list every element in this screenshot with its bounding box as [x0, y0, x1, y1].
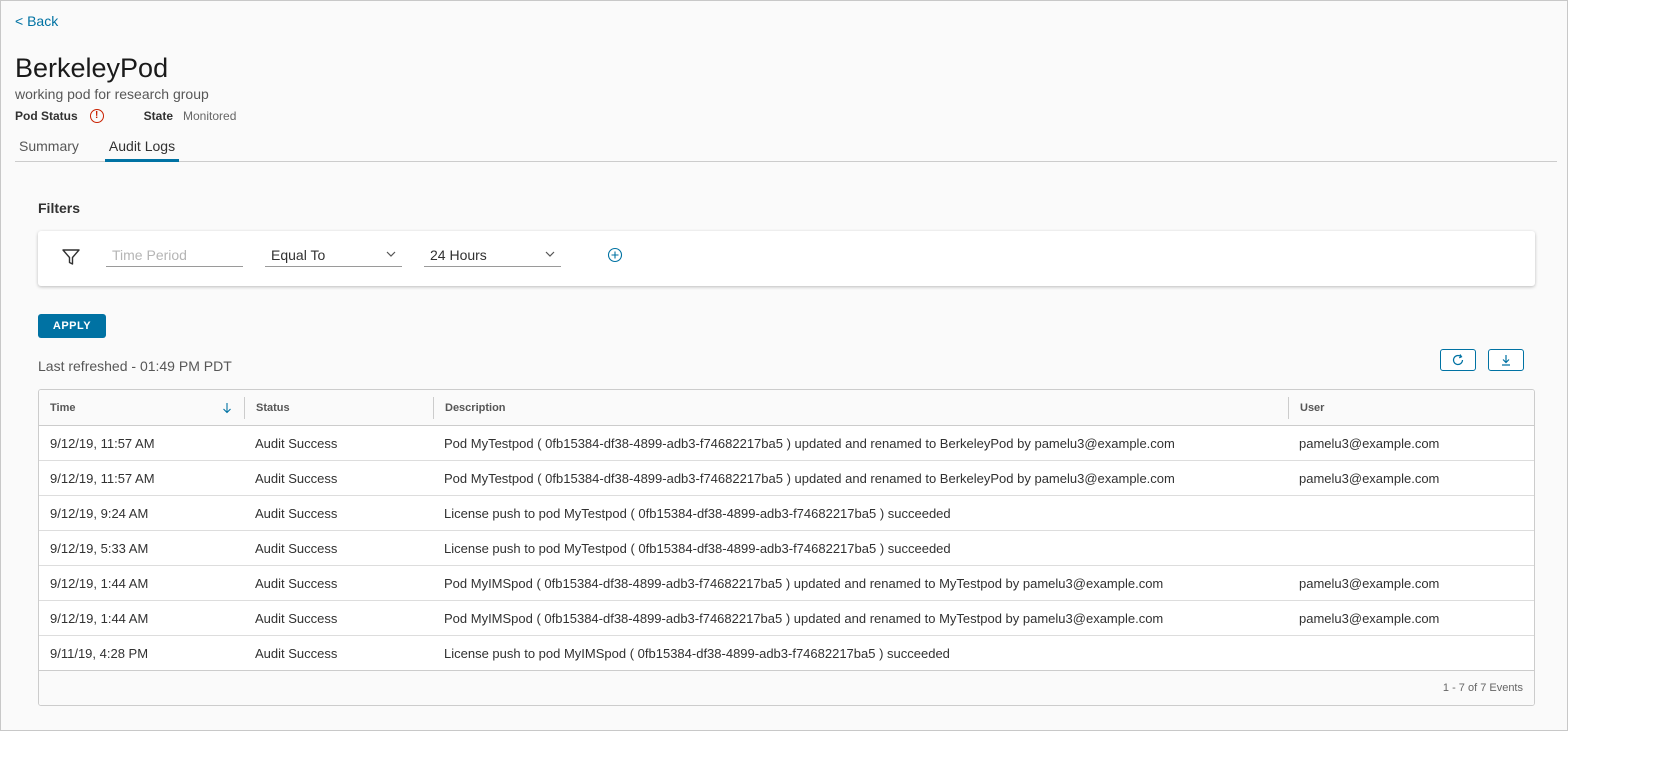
- period-select[interactable]: 24 Hours: [424, 245, 561, 267]
- plus-circle-icon[interactable]: [607, 247, 623, 263]
- pod-status-label: Pod Status: [15, 109, 78, 123]
- column-header-time-label: Time: [50, 401, 76, 414]
- download-button[interactable]: [1488, 349, 1524, 371]
- error-circle-icon: !: [89, 109, 104, 123]
- column-header-status[interactable]: Status: [244, 396, 433, 419]
- period-select-value: 24 Hours: [430, 247, 487, 263]
- apply-button[interactable]: APPLY: [38, 314, 106, 338]
- cell-status: Audit Success: [255, 575, 338, 591]
- table-row[interactable]: 9/12/19, 9:24 AM Audit Success License p…: [39, 496, 1534, 531]
- cell-description: Pod MyTestpod ( 0fb15384-df38-4899-adb3-…: [444, 470, 1175, 486]
- table-row[interactable]: 9/12/19, 1:44 AM Audit Success Pod MyIMS…: [39, 601, 1534, 636]
- cell-description: License push to pod MyTestpod ( 0fb15384…: [444, 540, 951, 556]
- column-header-description[interactable]: Description: [433, 396, 1288, 419]
- funnel-icon[interactable]: [61, 247, 81, 267]
- cell-user: pamelu3@example.com: [1299, 470, 1440, 486]
- cell-status: Audit Success: [255, 540, 338, 556]
- table-row[interactable]: 9/12/19, 11:57 AM Audit Success Pod MyTe…: [39, 461, 1534, 496]
- cell-time: 9/12/19, 1:44 AM: [50, 610, 149, 626]
- table-row[interactable]: 9/12/19, 1:44 AM Audit Success Pod MyIMS…: [39, 566, 1534, 601]
- column-header-time[interactable]: Time: [39, 397, 244, 419]
- time-period-input[interactable]: Time Period: [106, 245, 243, 267]
- tab-summary[interactable]: Summary: [15, 138, 83, 162]
- pod-meta: Pod Status ! State Monitored: [15, 109, 236, 123]
- table-row[interactable]: 9/12/19, 5:33 AM Audit Success License p…: [39, 531, 1534, 566]
- cell-status: Audit Success: [255, 435, 338, 451]
- page-subtitle: working pod for research group: [15, 86, 209, 102]
- cell-time: 9/12/19, 11:57 AM: [50, 470, 155, 486]
- cell-status: Audit Success: [255, 645, 338, 661]
- table-row[interactable]: 9/11/19, 4:28 PM Audit Success License p…: [39, 636, 1534, 671]
- operator-select-value: Equal To: [271, 247, 326, 263]
- page-frame: < Back BerkeleyPod working pod for resea…: [0, 0, 1568, 731]
- refresh-icon: [1452, 354, 1464, 366]
- audit-log-table: Time Status Description User 9/12/19, 11…: [38, 389, 1535, 706]
- tab-audit-logs[interactable]: Audit Logs: [104, 138, 180, 162]
- back-link[interactable]: < Back: [15, 13, 58, 29]
- filter-card: Time Period Equal To 24 Hours: [38, 231, 1535, 286]
- cell-status: Audit Success: [255, 610, 338, 626]
- state-value: Monitored: [183, 109, 237, 123]
- cell-time: 9/12/19, 11:57 AM: [50, 435, 155, 451]
- cell-status: Audit Success: [255, 505, 338, 521]
- operator-select[interactable]: Equal To: [265, 245, 402, 267]
- cell-time: 9/11/19, 4:28 PM: [50, 645, 149, 661]
- cell-user: pamelu3@example.com: [1299, 610, 1440, 626]
- table-footer-count: 1 - 7 of 7 Events: [39, 670, 1534, 705]
- cell-time: 9/12/19, 5:33 AM: [50, 540, 149, 556]
- cell-user: pamelu3@example.com: [1299, 575, 1440, 591]
- chevron-down-icon: [545, 251, 555, 257]
- refresh-button[interactable]: [1440, 349, 1476, 371]
- cell-description: Pod MyIMSpod ( 0fb15384-df38-4899-adb3-f…: [444, 610, 1164, 626]
- last-refreshed-text: Last refreshed - 01:49 PM PDT: [38, 358, 232, 374]
- column-header-user[interactable]: User: [1288, 396, 1534, 419]
- arrow-down-icon[interactable]: [222, 402, 232, 414]
- cell-description: License push to pod MyTestpod ( 0fb15384…: [444, 505, 951, 521]
- cell-description: Pod MyIMSpod ( 0fb15384-df38-4899-adb3-f…: [444, 575, 1164, 591]
- cell-user: pamelu3@example.com: [1299, 435, 1440, 451]
- table-row[interactable]: 9/12/19, 11:57 AM Audit Success Pod MyTe…: [39, 426, 1534, 461]
- cell-description: License push to pod MyIMSpod ( 0fb15384-…: [444, 645, 950, 661]
- cell-status: Audit Success: [255, 470, 338, 486]
- filters-heading: Filters: [38, 200, 81, 216]
- chevron-down-icon: [386, 251, 396, 257]
- cell-description: Pod MyTestpod ( 0fb15384-df38-4899-adb3-…: [444, 435, 1175, 451]
- tab-bar: Summary Audit Logs: [15, 138, 1557, 162]
- download-icon: [1502, 355, 1510, 366]
- cell-time: 9/12/19, 1:44 AM: [50, 575, 149, 591]
- cell-time: 9/12/19, 9:24 AM: [50, 505, 149, 521]
- table-header: Time Status Description User: [39, 390, 1534, 426]
- page-title: BerkeleyPod: [15, 53, 169, 83]
- state-label: State: [143, 109, 174, 123]
